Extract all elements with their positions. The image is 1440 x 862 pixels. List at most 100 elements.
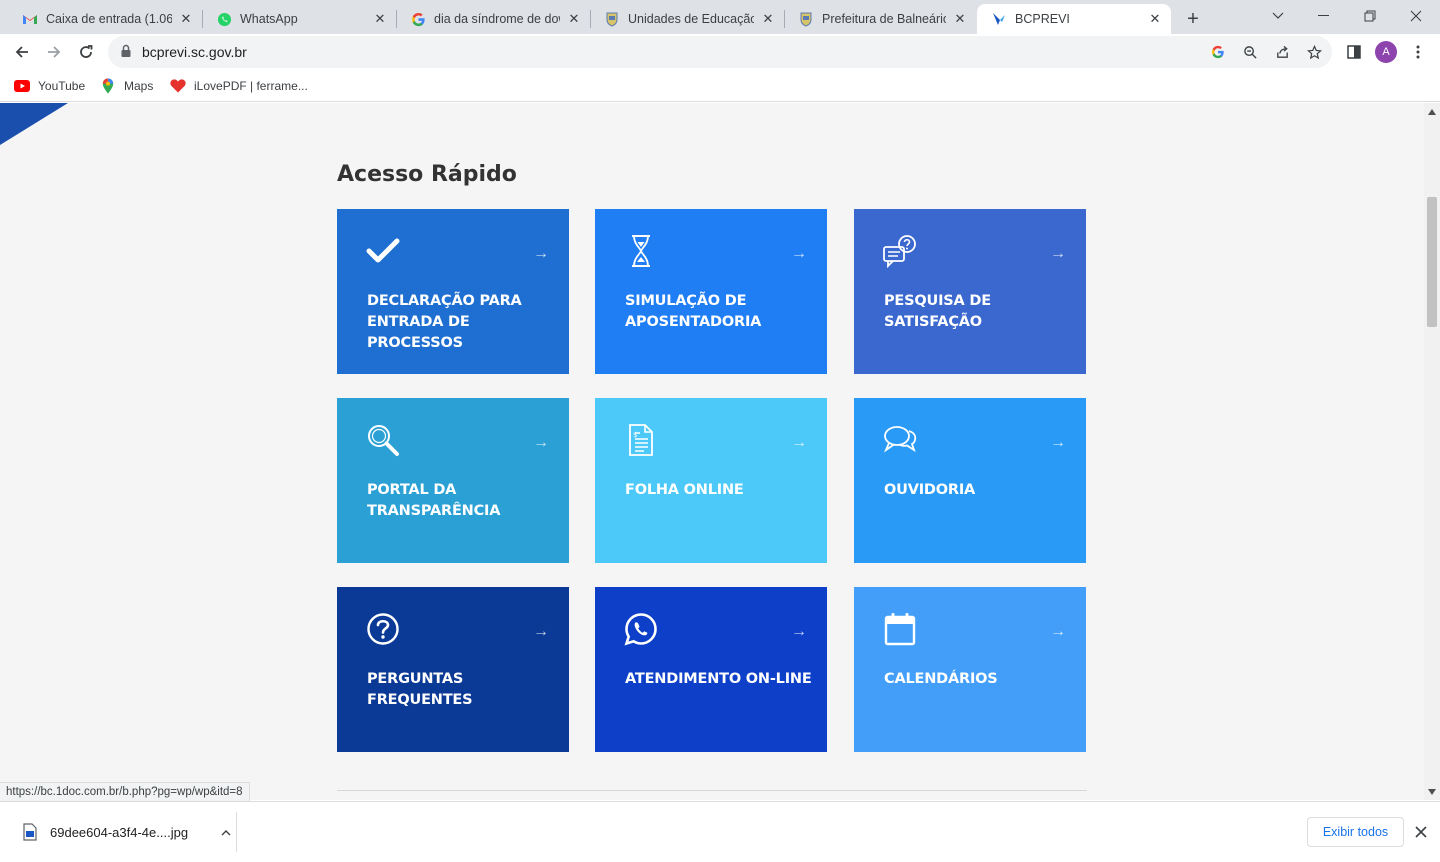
arrow-right-icon: →	[1050, 434, 1066, 451]
scroll-down-icon[interactable]	[1428, 789, 1436, 795]
share-icon[interactable]	[1274, 44, 1290, 60]
ilovepdf-icon	[170, 78, 186, 94]
file-image-icon	[23, 823, 37, 841]
profile-avatar[interactable]: A	[1375, 41, 1397, 63]
bcprevi-icon	[991, 11, 1007, 27]
tile-declaracao[interactable]: → DECLARAÇÃO PARA ENTRADA DE PROCESSOS	[337, 209, 569, 374]
section-divider	[337, 790, 1087, 791]
tile-ouvidoria[interactable]: → OUVIDORIA	[854, 398, 1086, 563]
crest-icon	[604, 11, 620, 27]
close-icon[interactable]	[1411, 822, 1431, 842]
tab-whatsapp[interactable]: WhatsApp ✕	[202, 4, 396, 34]
svg-text:$: $	[633, 431, 637, 439]
tile-label: SIMULAÇÃO DE APOSENTADORIA	[625, 293, 762, 330]
header-corner-graphic	[0, 103, 68, 145]
page-scrollbar[interactable]	[1424, 103, 1440, 800]
bookmark-label: iLovePDF | ferrame...	[194, 79, 308, 93]
whatsapp-icon	[623, 611, 659, 647]
status-bar-url: https://bc.1doc.com.br/b.php?pg=wp/wp&it…	[0, 782, 250, 802]
download-shelf: 69dee604-a3f4-4e....jpg Exibir todos	[0, 801, 1440, 862]
tile-calendarios[interactable]: → CALENDÁRIOS	[854, 587, 1086, 752]
tile-label: DECLARAÇÃO PARA ENTRADA DE PROCESSOS	[367, 293, 522, 351]
tile-pesquisa[interactable]: → PESQUISA DE SATISFAÇÃO	[854, 209, 1086, 374]
calendar-icon	[882, 611, 918, 647]
bookmark-maps[interactable]: Maps	[100, 76, 153, 96]
tile-label: PERGUNTAS FREQUENTES	[367, 671, 473, 708]
tile-portal-transparencia[interactable]: → PORTAL DA TRANSPARÊNCIA	[337, 398, 569, 563]
address-bar[interactable]: bcprevi.sc.gov.br	[108, 36, 1332, 68]
whatsapp-icon	[216, 11, 232, 27]
tab-bcprevi[interactable]: BCPREVI ✕	[977, 4, 1171, 34]
close-icon[interactable]: ✕	[1147, 11, 1163, 27]
url-text: bcprevi.sc.gov.br	[142, 44, 247, 60]
side-panel-icon[interactable]	[1344, 42, 1364, 62]
tab-title: Prefeitura de Balneário C	[822, 12, 946, 26]
tile-perguntas-frequentes[interactable]: → PERGUNTAS FREQUENTES	[337, 587, 569, 752]
tile-folha-online[interactable]: $ → FOLHA ONLINE	[595, 398, 827, 563]
bookmark-label: Maps	[124, 79, 154, 93]
chevron-down-icon	[1272, 12, 1284, 19]
shelf-divider	[236, 812, 237, 852]
minimize-icon	[1318, 15, 1329, 16]
close-icon[interactable]: ✕	[760, 11, 776, 27]
arrow-right-icon: →	[1050, 245, 1066, 262]
tile-label: OUVIDORIA	[884, 482, 976, 498]
section-title: Acesso Rápido	[337, 162, 517, 187]
bookmark-star-icon[interactable]	[1306, 44, 1322, 60]
tab-unidades-educacao[interactable]: Unidades de Educação d ✕	[590, 4, 784, 34]
tile-label: PESQUISA DE SATISFAÇÃO	[884, 293, 991, 330]
tile-simulacao[interactable]: → SIMULAÇÃO DE APOSENTADORIA	[595, 209, 827, 374]
gmail-icon	[22, 11, 38, 27]
tab-prefeitura[interactable]: Prefeitura de Balneário C ✕	[784, 4, 976, 34]
arrow-right-icon: →	[1050, 623, 1066, 640]
close-icon[interactable]: ✕	[178, 11, 194, 27]
tile-label: FOLHA ONLINE	[625, 482, 744, 498]
reload-button[interactable]	[72, 38, 100, 66]
close-icon[interactable]: ✕	[952, 11, 968, 27]
forward-button[interactable]	[40, 38, 68, 66]
chevron-up-icon[interactable]	[216, 825, 236, 839]
tab-search-button[interactable]	[1258, 4, 1298, 28]
back-arrow-icon	[15, 46, 28, 58]
tab-title: dia da síndrome de dow	[434, 12, 560, 26]
youtube-icon	[14, 78, 30, 94]
close-icon[interactable]: ✕	[372, 11, 388, 27]
bookmarks-bar: YouTube Maps iLovePDF | ferrame...	[0, 70, 1440, 102]
tile-label: ATENDIMENTO ON-LINE	[625, 671, 812, 687]
tab-title: BCPREVI	[1015, 12, 1070, 26]
page-content: Acesso Rápido → DECLARAÇÃO PARA ENTRADA …	[0, 103, 1424, 800]
new-tab-button[interactable]: +	[1180, 6, 1206, 32]
tab-title: WhatsApp	[240, 12, 298, 26]
back-button[interactable]	[8, 38, 36, 66]
zoom-icon[interactable]	[1242, 44, 1258, 60]
minimize-button[interactable]	[1304, 4, 1344, 28]
tab-gmail[interactable]: Caixa de entrada (1.063) ✕	[8, 4, 202, 34]
reload-icon	[80, 45, 93, 58]
crest-icon	[798, 11, 814, 27]
restore-button[interactable]	[1350, 4, 1390, 28]
google-icon	[410, 11, 426, 27]
close-window-button[interactable]	[1396, 4, 1436, 28]
browser-toolbar: bcprevi.sc.gov.br A	[0, 34, 1440, 70]
tab-google-search[interactable]: dia da síndrome de dow ✕	[396, 4, 590, 34]
close-icon[interactable]: ✕	[566, 11, 582, 27]
tile-label: CALENDÁRIOS	[884, 671, 998, 687]
download-item[interactable]: 69dee604-a3f4-4e....jpg	[14, 816, 236, 848]
arrow-right-icon: →	[791, 623, 807, 640]
survey-chat-icon	[882, 233, 918, 269]
tab-strip: Caixa de entrada (1.063) ✕ WhatsApp ✕ di…	[0, 0, 1440, 34]
hourglass-icon	[623, 233, 659, 269]
arrow-right-icon: →	[791, 434, 807, 451]
scroll-up-icon[interactable]	[1428, 109, 1436, 115]
show-all-downloads-button[interactable]: Exibir todos	[1307, 817, 1404, 847]
menu-kebab-icon[interactable]	[1408, 42, 1428, 62]
tile-atendimento-online[interactable]: → ATENDIMENTO ON-LINE	[595, 587, 827, 752]
bookmark-youtube[interactable]: YouTube	[14, 76, 85, 96]
arrow-right-icon: →	[533, 623, 549, 640]
checkmark-icon	[365, 233, 401, 269]
bookmark-ilovepdf[interactable]: iLovePDF | ferrame...	[170, 76, 308, 96]
scroll-thumb[interactable]	[1427, 197, 1437, 327]
google-lens-icon[interactable]	[1210, 44, 1226, 60]
tile-label: PORTAL DA TRANSPARÊNCIA	[367, 482, 501, 519]
forward-arrow-icon	[48, 46, 61, 58]
